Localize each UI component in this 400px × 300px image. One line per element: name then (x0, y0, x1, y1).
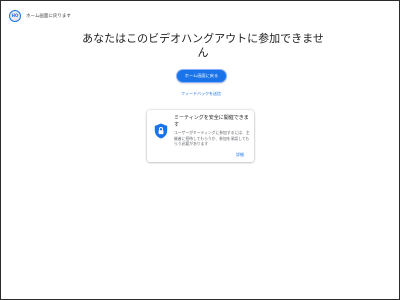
security-info-card: ミーティングを安全に開催できます ユーザーがミーティングに参加するには、主催者に… (147, 110, 254, 162)
return-home-button[interactable]: ホーム画面に戻る (177, 70, 226, 82)
card-title: ミーティングを安全に開催できます (174, 115, 249, 128)
back-to-home-link[interactable]: ホーム画面に戻ります (26, 13, 71, 19)
app-window: HO ホーム画面に戻ります あなたはこのビデオハングアウトに参加できません ホー… (0, 0, 400, 300)
send-feedback-link[interactable]: フィードバックを送信 (161, 91, 241, 97)
card-description: ユーザーがミーティングに参加するには、主催者に招待してもらうか、参加を承認しても… (174, 130, 250, 146)
learn-more-link[interactable]: 詳細 (236, 152, 244, 158)
top-bar: HO ホーム画面に戻ります (9, 9, 71, 23)
page-title: あなたはこのビデオハングアウトに参加できません (82, 32, 324, 59)
avatar[interactable]: HO (9, 10, 21, 22)
shield-lock-icon (154, 123, 168, 139)
